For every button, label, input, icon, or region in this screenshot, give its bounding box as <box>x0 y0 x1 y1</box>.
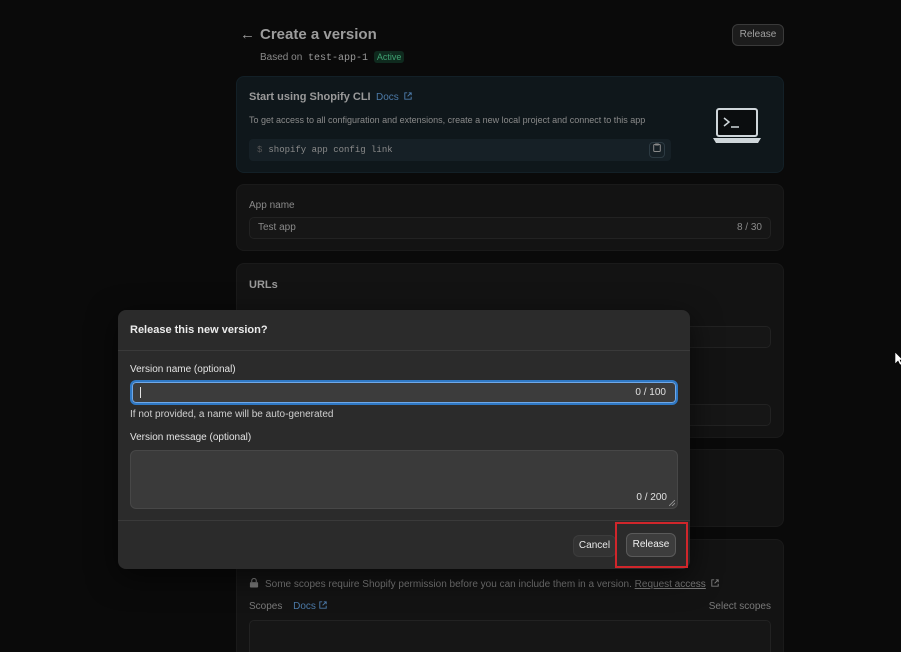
scopes-note-text: Some scopes require Shopify permission b… <box>265 579 632 590</box>
version-message-label: Version message (optional) <box>130 432 252 443</box>
command-prompt: $ <box>257 145 263 155</box>
based-on-prefix: Based on <box>260 52 303 63</box>
cli-card-description: To get access to all configuration and e… <box>249 115 646 125</box>
mouse-cursor-icon <box>895 352 901 366</box>
text-caret <box>140 387 141 398</box>
cli-docs-label: Docs <box>376 92 399 103</box>
page-header: ← Create a version Based on test-app-1 A… <box>236 22 784 66</box>
header-release-button[interactable]: Release <box>732 24 784 46</box>
select-scopes-link[interactable]: Select scopes <box>709 601 771 612</box>
cli-command: shopify app config link <box>268 145 393 155</box>
scopes-label: Scopes <box>249 601 283 612</box>
scopes-label-row: Scopes Docs <box>249 601 327 612</box>
version-message-counter: 0 / 200 <box>636 492 667 503</box>
based-on-line: Based on test-app-1 Active <box>260 51 405 64</box>
version-name-label: Version name (optional) <box>130 364 236 375</box>
external-link-icon <box>319 601 327 609</box>
cli-docs-link[interactable]: Docs <box>376 92 412 103</box>
cli-command-box: $ shopify app config link <box>249 139 671 161</box>
app-name-value: Test app <box>258 222 296 233</box>
scopes-docs-link[interactable]: Docs <box>293 601 327 612</box>
urls-title: URLs <box>249 279 278 291</box>
release-button-highlight <box>615 522 688 568</box>
app-name-card: App name Test app 8 / 30 <box>236 184 784 251</box>
page-title: Create a version <box>260 26 377 43</box>
app-name-label: App name <box>249 200 295 211</box>
scopes-input[interactable] <box>249 620 771 652</box>
app-name-counter: 8 / 30 <box>736 222 762 233</box>
status-badge: Active <box>373 51 405 63</box>
version-name-input[interactable]: 0 / 100 <box>130 380 678 405</box>
based-on-app: test-app-1 <box>308 53 369 64</box>
external-link-icon <box>710 579 719 587</box>
external-link-icon <box>403 92 412 100</box>
dialog-title: Release this new version? <box>130 324 268 336</box>
scopes-docs-label: Docs <box>293 601 316 612</box>
resize-handle-icon[interactable] <box>669 500 675 506</box>
cancel-button[interactable]: Cancel <box>573 535 616 557</box>
cli-card: Start using Shopify CLI Docs To get acce… <box>236 76 784 173</box>
dialog-divider-bottom <box>118 520 690 521</box>
version-message-textarea[interactable]: 0 / 200 <box>130 450 678 509</box>
dialog-divider-top <box>118 350 690 351</box>
scopes-note: Some scopes require Shopify permission b… <box>249 578 719 590</box>
release-version-dialog: Release this new version? Version name (… <box>118 310 690 569</box>
arrow-left-icon[interactable]: ← <box>240 26 255 43</box>
cli-card-title: Start using Shopify CLI <box>249 91 371 103</box>
version-name-help: If not provided, a name will be auto-gen… <box>130 409 334 420</box>
lock-icon <box>249 578 259 588</box>
version-name-counter: 0 / 100 <box>635 387 666 398</box>
laptop-terminal-icon <box>713 108 761 143</box>
app-name-input[interactable]: Test app 8 / 30 <box>249 217 771 239</box>
request-access-link[interactable]: Request access <box>635 579 706 590</box>
clipboard-icon[interactable] <box>649 142 665 158</box>
